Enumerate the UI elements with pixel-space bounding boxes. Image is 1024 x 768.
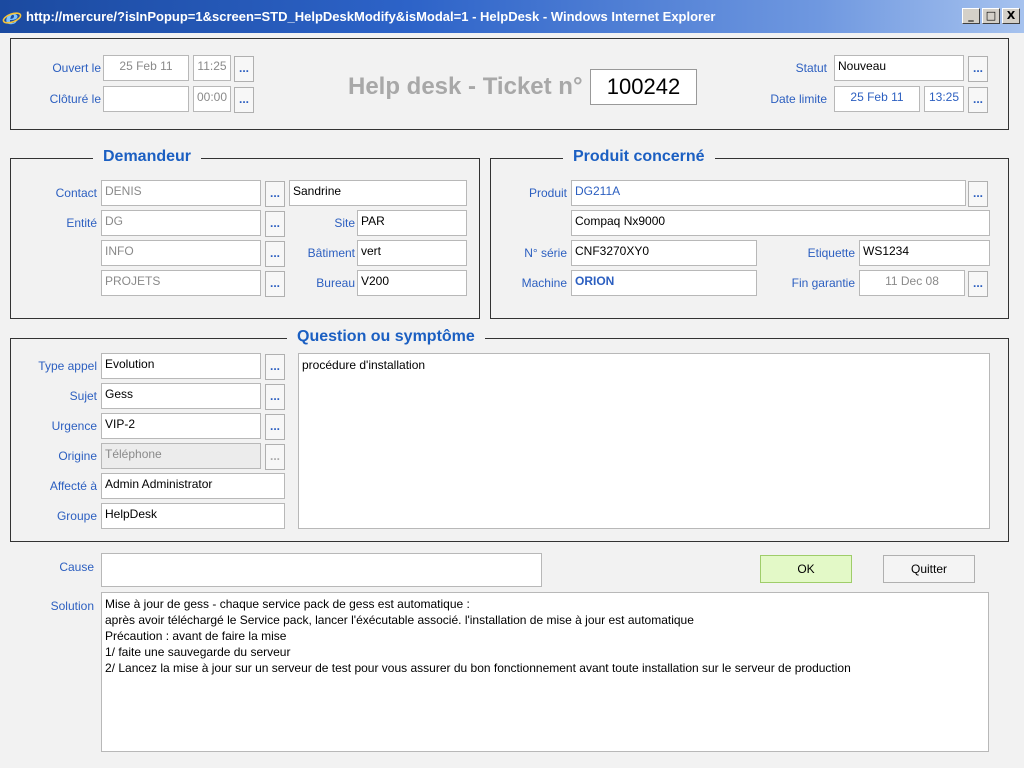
window-title: http://mercure/?isInPopup=1&screen=STD_H…: [26, 9, 716, 24]
warranty-field[interactable]: 11 Dec 08: [859, 270, 965, 296]
status-picker-button[interactable]: ...: [968, 56, 988, 82]
subject-picker-button[interactable]: ...: [265, 384, 285, 410]
window-titlebar: e http://mercure/?isInPopup=1&screen=STD…: [0, 0, 1024, 33]
first-name-field[interactable]: Sandrine: [289, 180, 467, 206]
svg-text:e: e: [6, 7, 19, 27]
assigned-label: Affecté à: [49, 479, 97, 493]
call-type-field[interactable]: Evolution: [101, 353, 261, 379]
entity-level3-field[interactable]: PROJETS: [101, 270, 261, 296]
urgency-field[interactable]: VIP-2: [101, 413, 261, 439]
entity-field[interactable]: DG: [101, 210, 261, 236]
closed-time-field[interactable]: 00:00: [193, 86, 231, 112]
window-client-area: Ouvert le 25 Feb 11 11:25 ... Clôturé le…: [0, 33, 1024, 768]
entity-level3-picker-button[interactable]: ...: [265, 271, 285, 297]
solution-textarea[interactable]: Mise à jour de gess - chaque service pac…: [101, 592, 989, 752]
building-label: Bâtiment: [307, 246, 355, 260]
product-panel: Produit concerné Produit DG211A ... Comp…: [490, 148, 1009, 319]
office-label: Bureau: [316, 276, 355, 290]
cause-label: Cause: [59, 560, 94, 574]
subject-label: Sujet: [69, 389, 97, 403]
maximize-button[interactable]: □: [982, 8, 1000, 24]
requester-legend: Demandeur: [93, 148, 202, 166]
warranty-picker-button[interactable]: ...: [968, 271, 988, 297]
close-button[interactable]: X: [1002, 8, 1020, 24]
machine-field[interactable]: ORION: [571, 270, 757, 296]
contact-field[interactable]: DENIS: [101, 180, 261, 206]
origin-label: Origine: [58, 449, 97, 463]
opened-time-field[interactable]: 11:25: [193, 55, 231, 81]
question-legend: Question ou symptôme: [287, 328, 485, 346]
call-type-picker-button[interactable]: ...: [265, 354, 285, 380]
assigned-field[interactable]: Admin Administrator: [101, 473, 285, 499]
group-field[interactable]: HelpDesk: [101, 503, 285, 529]
page-title: Help desk - Ticket n°: [348, 73, 583, 100]
office-field[interactable]: V200: [357, 270, 467, 296]
serial-field[interactable]: CNF3270XY0: [571, 240, 757, 266]
building-field[interactable]: vert: [357, 240, 467, 266]
description-textarea[interactable]: procédure d'installation: [298, 353, 990, 529]
ticket-number: 100242: [590, 69, 697, 105]
entity-level2-field[interactable]: INFO: [101, 240, 261, 266]
opened-date-field[interactable]: 25 Feb 11: [103, 55, 189, 81]
opened-label: Ouvert le: [52, 61, 101, 75]
status-label: Statut: [795, 61, 827, 75]
ok-button[interactable]: OK: [760, 555, 852, 583]
solution-label: Solution: [50, 599, 94, 613]
product-label: Produit: [528, 186, 567, 200]
group-label: Groupe: [56, 509, 97, 523]
deadline-time-field[interactable]: 13:25: [924, 86, 964, 112]
minimize-button[interactable]: _: [962, 8, 980, 24]
origin-picker-button: ...: [265, 444, 285, 470]
question-panel: Question ou symptôme Type appel Evolutio…: [10, 328, 1009, 542]
product-name-field[interactable]: Compaq Nx9000: [571, 210, 990, 236]
urgency-picker-button[interactable]: ...: [265, 414, 285, 440]
site-field[interactable]: PAR: [357, 210, 467, 236]
tag-label: Etiquette: [807, 246, 855, 260]
site-label: Site: [334, 216, 355, 230]
entity-label: Entité: [66, 216, 97, 230]
entity-level2-picker-button[interactable]: ...: [265, 241, 285, 267]
internet-explorer-icon: e: [2, 7, 22, 27]
quit-button[interactable]: Quitter: [883, 555, 975, 583]
deadline-picker-button[interactable]: ...: [968, 87, 988, 113]
tag-field[interactable]: WS1234: [859, 240, 990, 266]
closed-picker-button[interactable]: ...: [234, 87, 254, 113]
opened-picker-button[interactable]: ...: [234, 56, 254, 82]
product-code-field[interactable]: DG211A: [571, 180, 966, 206]
call-type-label: Type appel: [38, 359, 97, 373]
header-panel: Ouvert le 25 Feb 11 11:25 ... Clôturé le…: [10, 38, 1009, 130]
deadline-date-field[interactable]: 25 Feb 11: [834, 86, 920, 112]
closed-date-field[interactable]: [103, 86, 189, 112]
deadline-label: Date limite: [770, 92, 827, 106]
contact-picker-button[interactable]: ...: [265, 181, 285, 207]
warranty-label: Fin garantie: [791, 276, 855, 290]
machine-label: Machine: [521, 276, 567, 290]
status-field[interactable]: Nouveau: [834, 55, 964, 81]
product-legend: Produit concerné: [563, 148, 715, 166]
subject-field[interactable]: Gess: [101, 383, 261, 409]
closed-label: Clôturé le: [49, 92, 101, 106]
urgency-label: Urgence: [51, 419, 97, 433]
product-picker-button[interactable]: ...: [968, 181, 988, 207]
origin-field: Téléphone: [101, 443, 261, 469]
requester-panel: Demandeur Contact DENIS ... Sandrine Ent…: [10, 148, 480, 319]
contact-label: Contact: [55, 186, 97, 200]
serial-label: N° série: [524, 246, 567, 260]
cause-field[interactable]: [101, 553, 542, 587]
entity-picker-button[interactable]: ...: [265, 211, 285, 237]
